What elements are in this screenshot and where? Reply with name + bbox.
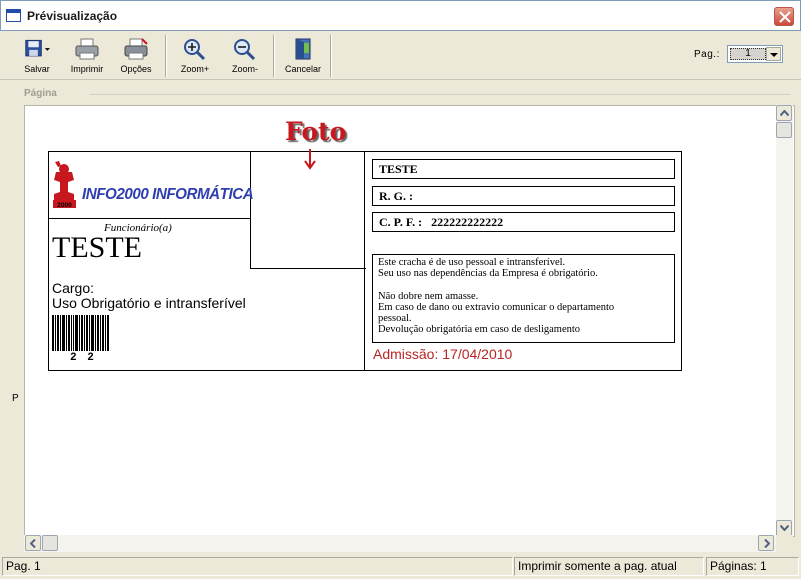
- print-label: Imprimir: [70, 64, 104, 74]
- notice-line: pessoal.: [378, 313, 412, 325]
- zoom-in-button[interactable]: Zoom+: [174, 35, 216, 77]
- status-bar: Pag. 1 Imprimir somente a pag. atual Pág…: [0, 555, 801, 579]
- toolbar-separator: [165, 35, 167, 77]
- close-button[interactable]: [774, 7, 794, 26]
- chevron-up-icon: [780, 110, 789, 116]
- zoom-in-label: Zoom+: [180, 64, 210, 74]
- chevron-left-icon: [30, 539, 36, 548]
- printer-icon: [75, 38, 99, 60]
- zoom-out-icon: [234, 39, 256, 61]
- scroll-down-button[interactable]: [776, 520, 792, 536]
- horizontal-scroll-thumb[interactable]: [42, 535, 58, 551]
- vertical-scroll-thumb[interactable]: [776, 122, 792, 138]
- left-ruler: P: [0, 81, 24, 551]
- barcode-image: [52, 315, 109, 351]
- status-page: Pag. 1: [2, 557, 513, 576]
- options-button[interactable]: Opções: [114, 35, 158, 77]
- options-label: Opções: [120, 64, 152, 74]
- floppy-disk-icon: [25, 39, 50, 57]
- notice-line: Seu uso nas dependências da Empresa é ob…: [378, 268, 598, 280]
- toolbar: Salvar Imprimir Opções Zoom+ Zoom- Cance…: [0, 31, 801, 80]
- photo-label: Foto: [285, 117, 347, 146]
- notice-line: Não dobre nem amasse.: [378, 290, 479, 302]
- rg-field: R. G. :: [372, 186, 675, 206]
- window-icon: [6, 9, 21, 22]
- zoom-out-button[interactable]: Zoom-: [224, 35, 266, 77]
- notice-line: [378, 280, 669, 291]
- toolbar-separator: [273, 35, 275, 77]
- cpf-field: C. P. F. : 222222222222: [372, 212, 675, 232]
- employee-name: TESTE: [52, 231, 142, 264]
- cargo-label: Cargo:: [52, 280, 95, 296]
- page-selector-label: Pag.:: [694, 49, 720, 60]
- scroll-right-button[interactable]: [758, 535, 774, 551]
- save-label: Salvar: [24, 64, 50, 74]
- chevron-right-icon: [764, 539, 770, 548]
- cancel-button[interactable]: Cancelar: [280, 35, 326, 77]
- name-field: TESTE: [372, 159, 675, 179]
- cargo-value: Uso Obrigatório e intransferível: [52, 295, 246, 311]
- logo-text: 2000: [57, 202, 72, 209]
- printer-settings-icon: [124, 38, 148, 60]
- chevron-down-icon: [780, 525, 789, 531]
- page-header: Página: [24, 87, 795, 105]
- notice-line: Este cracha é de uso pessoal e intransfe…: [378, 257, 566, 268]
- logo-divider: [48, 218, 251, 219]
- toolbar-separator: [330, 35, 332, 77]
- print-button[interactable]: Imprimir: [66, 35, 108, 77]
- exit-door-icon: [295, 38, 311, 60]
- horizontal-scrollbar[interactable]: [24, 535, 776, 552]
- company-name: INFO2000 INFORMÁTICA: [82, 186, 254, 203]
- title-bar: Prévisualização: [0, 0, 801, 31]
- notice-line: Devolução obrigatória em caso de desliga…: [378, 324, 581, 336]
- scroll-up-button[interactable]: [776, 105, 792, 121]
- close-icon: [779, 11, 791, 23]
- save-button[interactable]: Salvar: [14, 35, 60, 77]
- header-divider: [90, 94, 790, 95]
- scroll-left-button[interactable]: [25, 535, 41, 551]
- vertical-scrollbar[interactable]: [776, 105, 793, 537]
- left-marker: P: [12, 393, 19, 404]
- chevron-down-icon[interactable]: [766, 47, 781, 61]
- notice-box: Este cracha é de uso pessoal e intransfe…: [372, 254, 675, 343]
- status-pages: Páginas: 1: [706, 557, 799, 576]
- notice-line: Em caso de dano ou extravio comunicar o …: [378, 301, 615, 313]
- page-selector[interactable]: 1: [727, 45, 783, 63]
- arrow-down-icon: [304, 149, 316, 170]
- cancel-label: Cancelar: [284, 64, 322, 74]
- barcode-number: 2 2: [70, 352, 96, 364]
- page-selector-value: 1: [730, 48, 766, 60]
- company-logo-icon: 2000: [53, 161, 76, 209]
- page-header-label: Página: [24, 88, 57, 99]
- zoom-out-label: Zoom-: [231, 64, 258, 74]
- window-title: Prévisualização: [27, 9, 118, 23]
- admission-date: Admissão: 17/04/2010: [373, 346, 513, 362]
- scrollbar-corner: [776, 535, 793, 552]
- status-print-option: Imprimir somente a pag. atual: [514, 557, 704, 576]
- zoom-in-icon: [184, 39, 206, 61]
